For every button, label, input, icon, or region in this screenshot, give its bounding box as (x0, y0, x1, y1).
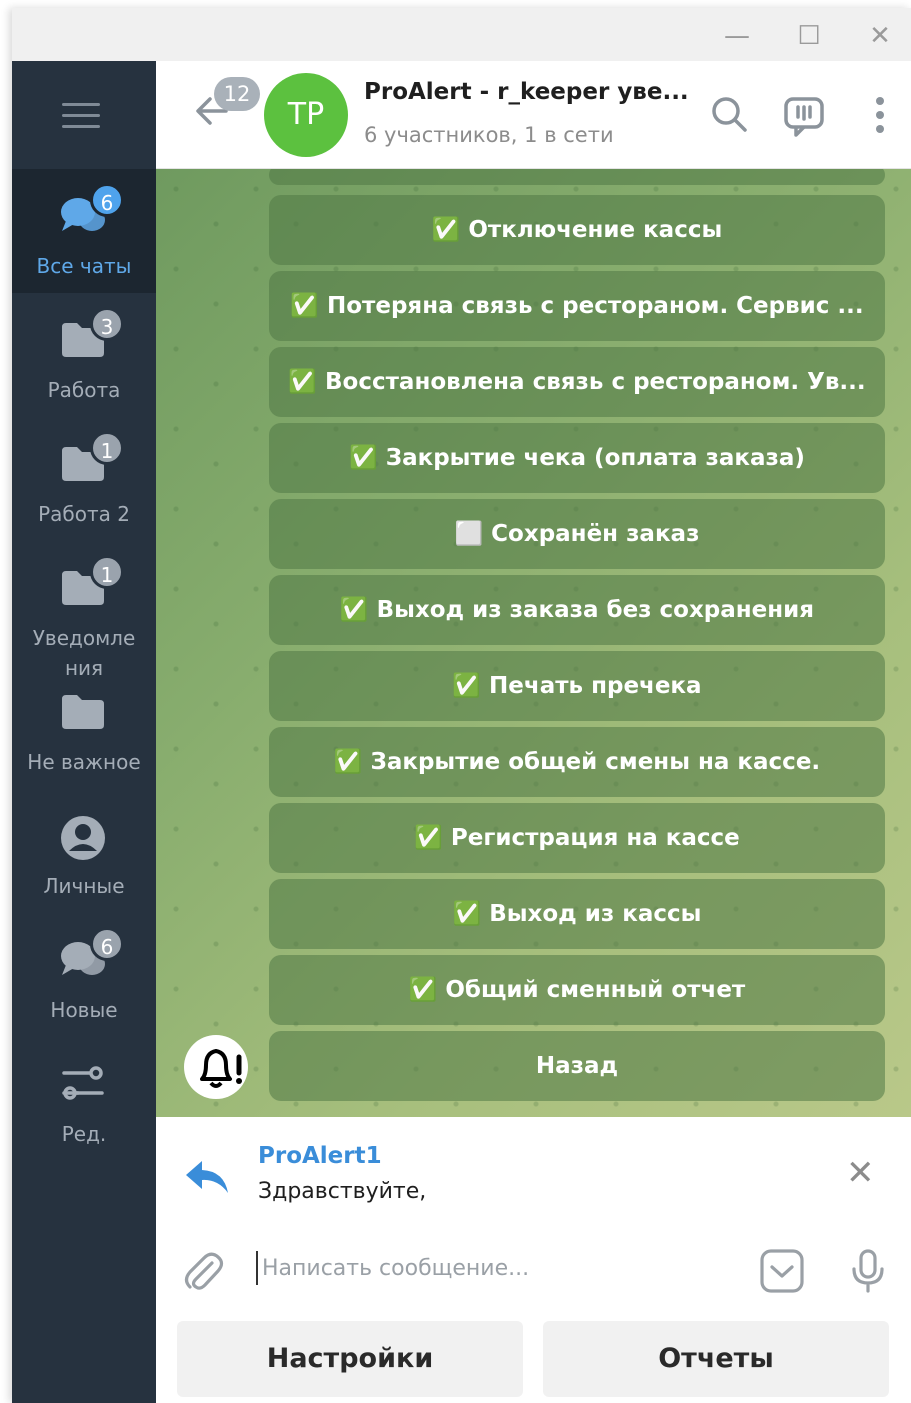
chat-members-status: 6 участников, 1 в сети (364, 123, 614, 147)
inline-keyboard-button[interactable]: ✅ Общий сменный отчет (269, 955, 885, 1025)
inline-keyboard-button[interactable]: ✅ Закрытие общей смены на кассе. (269, 727, 885, 797)
folder-label: Все чаты (36, 254, 132, 278)
close-window-button[interactable]: ✕ (860, 16, 900, 56)
inline-keyboard-button[interactable]: ✅ Выход из заказа без сохранения (269, 575, 885, 645)
folder-unread-badge: 1 (90, 431, 124, 465)
message-input[interactable] (262, 1247, 742, 1289)
title-bar: — ☐ ✕ (12, 8, 911, 61)
hamburger-menu-icon[interactable] (62, 103, 100, 129)
sidebar-folder[interactable]: 1 Уведомле ния (12, 541, 156, 680)
inline-keyboard-button[interactable]: ✅ Восстановлена связь с рестораном. Ув..… (269, 347, 885, 417)
maximize-button[interactable]: ☐ (789, 16, 829, 56)
bot-bell-avatar[interactable] (184, 1035, 248, 1099)
folder-label: Новые (50, 998, 118, 1022)
sidebar-folder[interactable]: Личные (12, 789, 156, 913)
sidebar-folder[interactable]: 3 Работа (12, 293, 156, 417)
inline-keyboard-button[interactable]: ✅ Закрытие чека (оплата заказа) (269, 423, 885, 493)
inline-keyboard-button[interactable]: ✅ Печать пречека (269, 651, 885, 721)
more-options-icon[interactable] (856, 91, 904, 139)
reply-arrow-icon (184, 1157, 230, 1197)
folder-label: Работа 2 (38, 502, 130, 526)
sidebar-folder[interactable]: Ред. (12, 1037, 156, 1161)
message-area[interactable]: ✅ Отключение кассы ✅ Потеряна связь с рес… (156, 169, 911, 1117)
bot-commands-icon[interactable] (780, 91, 828, 139)
sidebar-folder[interactable]: 6 Новые (12, 913, 156, 1037)
folders-sidebar: 6 Все чаты 3 Работа 1 Работа 2 1 Уведомле ния Не… (12, 61, 156, 1403)
folder-label: Личные (43, 874, 125, 898)
reply-text: Здравствуйте, (258, 1179, 427, 1204)
inline-keyboard-button[interactable]: ✅ Потеряна связь с рестораном. Сервис ..… (269, 271, 885, 341)
folder-unread-badge: 6 (90, 183, 124, 217)
folder-label: Не важное (27, 750, 141, 774)
person-icon (60, 815, 106, 860)
sidebar-folder[interactable]: Не важное (12, 665, 156, 789)
microphone-icon[interactable] (844, 1247, 892, 1295)
folder-label: Ред. (61, 1122, 107, 1146)
folder-unread-badge: 6 (90, 927, 124, 961)
inline-keyboard-button[interactable]: Назад (269, 1031, 885, 1101)
sidebar-folder[interactable]: 6 Все чаты (12, 169, 156, 293)
inline-keyboard-button-partial[interactable] (269, 169, 885, 185)
edit-sliders-icon (60, 1063, 106, 1103)
folder-unread-badge: 1 (90, 555, 124, 589)
sidebar-folder[interactable]: 1 Работа 2 (12, 417, 156, 541)
minimize-button[interactable]: — (717, 16, 757, 56)
text-caret (256, 1251, 258, 1285)
reply-author: ProAlert1 (258, 1143, 382, 1169)
bot-keyboard-toggle-icon[interactable] (758, 1247, 806, 1295)
inline-keyboard-button[interactable]: ✅ Выход из кассы (269, 879, 885, 949)
inline-keyboard-button[interactable]: ✅ Регистрация на кассе (269, 803, 885, 873)
chat-header: 12 TP ProAlert - r_keeper уве... 6 участ… (156, 61, 911, 169)
settings-reply-button[interactable]: Настройки (177, 1321, 523, 1397)
attach-paperclip-icon[interactable] (182, 1249, 224, 1295)
message-composer (156, 1229, 911, 1313)
folder-unread-badge: 3 (90, 307, 124, 341)
search-icon[interactable] (706, 91, 754, 139)
inline-keyboard-button[interactable]: ⬜ Сохранён заказ (269, 499, 885, 569)
inline-keyboard-button[interactable]: ✅ Отключение кассы (269, 195, 885, 265)
telegram-window: — ☐ ✕ 6 Все чаты 3 Работа 1 Работа 2 1 Уведомле… (12, 8, 911, 1403)
unread-count-badge: 12 (214, 77, 260, 111)
chat-title[interactable]: ProAlert - r_keeper уве... (364, 79, 689, 105)
close-reply-icon[interactable]: ✕ (846, 1153, 875, 1193)
folder-label: Работа (47, 378, 121, 402)
reply-keyboard: Настройки Отчеты (156, 1313, 911, 1403)
reports-reply-button[interactable]: Отчеты (543, 1321, 889, 1397)
folder-icon (60, 691, 106, 731)
chat-avatar[interactable]: TP (264, 73, 348, 157)
reply-preview-bar: ProAlert1 Здравствуйте, ✕ (156, 1117, 911, 1229)
